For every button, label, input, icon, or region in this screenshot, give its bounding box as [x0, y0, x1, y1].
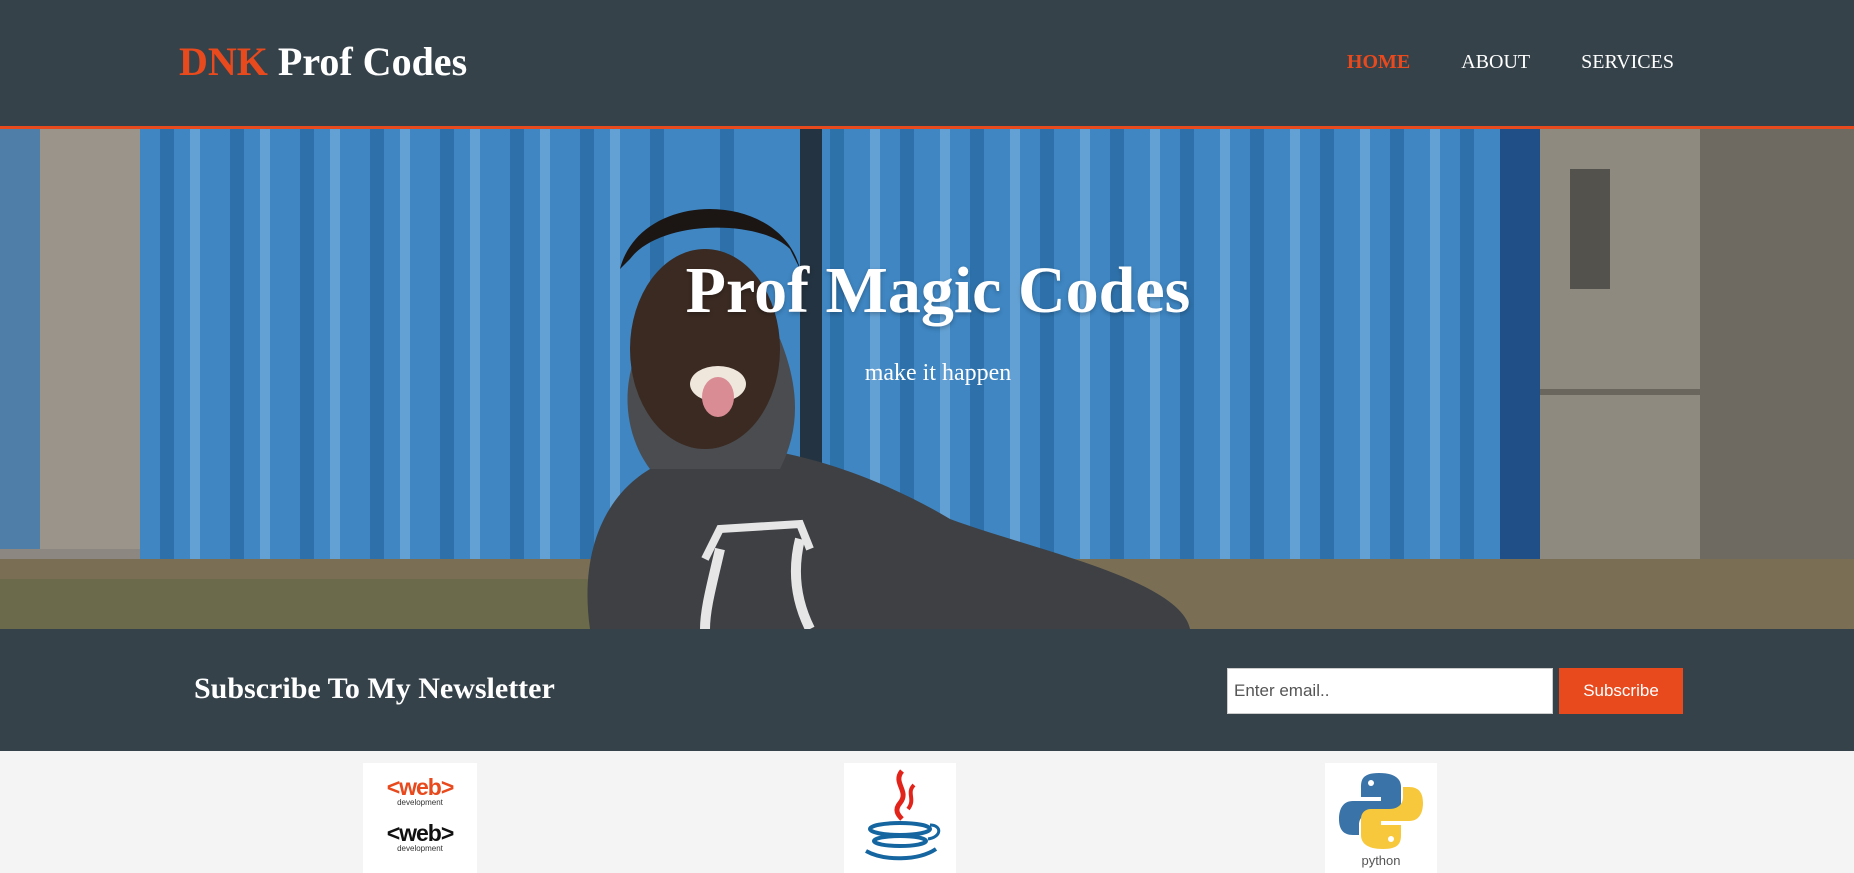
nav-services-link[interactable]: SERVICES — [1581, 50, 1674, 74]
subscribe-button[interactable]: Subscribe — [1559, 668, 1683, 714]
email-input[interactable] — [1227, 668, 1553, 714]
web-word-black: <web> — [386, 820, 455, 846]
java-logo-icon — [844, 763, 956, 873]
showcase-title: Prof Magic Codes — [685, 254, 1191, 327]
services-boxes: <web> development <web> development pyth… — [0, 751, 1854, 873]
newsletter-heading: Subscribe To My Newsletter — [194, 672, 555, 705]
web-development-logo: <web> development <web> development — [363, 763, 477, 873]
newsletter-section: Subscribe To My Newsletter Subscribe — [0, 629, 1854, 751]
web-word-orange: <web> — [386, 774, 455, 800]
site-logo[interactable]: DNK Prof Codes — [179, 38, 467, 86]
showcase-subtitle: make it happen — [864, 360, 1012, 386]
web-caption-orange: development — [397, 798, 443, 807]
main-nav: HOME ABOUT SERVICES — [1347, 50, 1674, 74]
nav-about-link[interactable]: ABOUT — [1461, 50, 1530, 74]
nav-home-link[interactable]: HOME — [1347, 50, 1410, 74]
python-label: python — [1361, 853, 1401, 868]
showcase-hero: Prof Magic Codes make it happen — [0, 129, 1854, 629]
site-header: DNK Prof Codes HOME ABOUT SERVICES — [0, 0, 1854, 129]
brand-highlight: DNK — [179, 39, 268, 84]
web-caption-black: development — [397, 844, 443, 853]
python-logo-icon: python — [1325, 763, 1437, 873]
brand-name: Prof Codes — [267, 39, 468, 84]
